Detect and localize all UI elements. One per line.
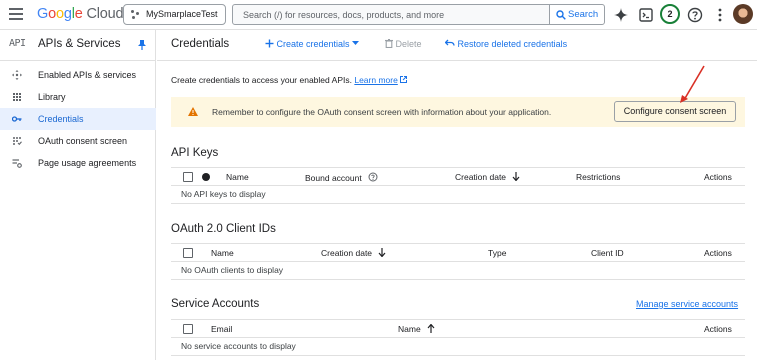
- status-dot-icon: [202, 173, 210, 181]
- main-header: Credentials Create credentials Delete Re…: [157, 30, 757, 61]
- project-picker-button[interactable]: MySmarplaceTest: [123, 4, 226, 25]
- account-avatar[interactable]: [733, 4, 753, 24]
- sidebar-item-page-usage[interactable]: Page usage agreements: [0, 152, 156, 174]
- empty-message: No service accounts to display: [181, 341, 296, 351]
- service-accounts-table: Email Name Actions No service accounts t…: [171, 319, 745, 356]
- google-cloud-logo[interactable]: Google Cloud: [37, 6, 124, 22]
- search-button[interactable]: Search: [549, 4, 605, 25]
- help-icon[interactable]: [686, 6, 704, 24]
- diamond-arrows-icon: [12, 70, 22, 80]
- external-link-icon[interactable]: [400, 76, 408, 83]
- empty-row: No API keys to display: [171, 186, 745, 204]
- sort-down-arrow-icon[interactable]: [378, 248, 386, 257]
- page-title: Credentials: [171, 38, 230, 50]
- sidebar-header: API APIs & Services: [0, 30, 156, 61]
- column-header-bound-account[interactable]: Bound account: [305, 172, 378, 183]
- table-header: Email Name Actions: [171, 319, 745, 338]
- sort-down-arrow-icon[interactable]: [512, 172, 520, 181]
- learn-more-link[interactable]: Learn more: [354, 75, 397, 85]
- service-accounts-title: Service Accounts: [171, 298, 260, 310]
- sidebar-item-oauth-consent[interactable]: OAuth consent screen: [0, 130, 156, 152]
- column-header-client-id[interactable]: Client ID: [591, 248, 624, 258]
- manage-service-accounts-link[interactable]: Manage service accounts: [636, 299, 738, 309]
- caret-down-icon: [352, 41, 360, 45]
- top-bar: Google Cloud MySmarplaceTest Search 2: [0, 0, 757, 30]
- help-icon[interactable]: [368, 172, 378, 182]
- more-options-icon[interactable]: [711, 6, 729, 24]
- project-icon: [131, 10, 140, 19]
- delete-button[interactable]: Delete: [385, 39, 422, 49]
- table-header: Name Creation date Type Client ID Action…: [171, 243, 745, 262]
- oauth-warning-banner: Remember to configure the OAuth consent …: [171, 97, 745, 127]
- select-all-checkbox[interactable]: [183, 324, 193, 334]
- library-icon: [13, 93, 21, 101]
- select-all-checkbox[interactable]: [183, 172, 193, 182]
- cloud-shell-icon[interactable]: [637, 6, 655, 24]
- api-keys-table: Name Bound account Creation date Restric…: [171, 167, 745, 204]
- column-header-email[interactable]: Email: [211, 324, 232, 334]
- banner-message: Remember to configure the OAuth consent …: [212, 107, 552, 117]
- notifications-badge[interactable]: 2: [660, 4, 680, 24]
- select-all-checkbox[interactable]: [183, 248, 193, 258]
- column-header-actions: Actions: [704, 248, 732, 258]
- column-header-name[interactable]: Name: [398, 324, 435, 334]
- api-logo: API: [9, 38, 26, 49]
- gemini-sparkle-icon[interactable]: [612, 6, 630, 24]
- column-header-creation-date[interactable]: Creation date: [455, 172, 520, 182]
- consent-icon: [13, 137, 22, 146]
- trash-icon: [385, 39, 393, 49]
- table-header: Name Bound account Creation date Restric…: [171, 167, 745, 186]
- oauth-clients-table: Name Creation date Type Client ID Action…: [171, 243, 745, 280]
- sidebar: API APIs & Services Enabled APIs & servi…: [0, 30, 156, 360]
- oauth-clients-title: OAuth 2.0 Client IDs: [171, 223, 276, 235]
- sidebar-title: APIs & Services: [38, 38, 121, 50]
- restore-icon: [444, 39, 455, 46]
- plus-icon: [265, 39, 274, 48]
- empty-row: No OAuth clients to display: [171, 262, 745, 280]
- empty-message: No API keys to display: [181, 189, 266, 199]
- search-bar: Search: [232, 4, 605, 25]
- settings-list-icon: [12, 159, 22, 168]
- configure-consent-screen-button[interactable]: Configure consent screen: [614, 101, 736, 122]
- empty-message: No OAuth clients to display: [181, 265, 284, 275]
- column-header-actions: Actions: [704, 172, 732, 182]
- sidebar-item-enabled-apis[interactable]: Enabled APIs & services: [0, 64, 156, 86]
- empty-row: No service accounts to display: [171, 338, 745, 356]
- column-header-name[interactable]: Name: [226, 172, 249, 182]
- restore-deleted-credentials-button[interactable]: Restore deleted credentials: [444, 39, 567, 49]
- search-icon: [556, 10, 566, 20]
- sort-up-arrow-icon[interactable]: [427, 324, 435, 333]
- project-name: MySmarplaceTest: [146, 9, 218, 19]
- main-menu-icon[interactable]: [9, 8, 23, 20]
- key-icon: [12, 116, 22, 122]
- intro-text: Create credentials to access your enable…: [171, 75, 408, 85]
- sidebar-item-library[interactable]: Library: [0, 86, 156, 108]
- api-keys-title: API Keys: [171, 147, 219, 159]
- warning-icon: [188, 107, 198, 116]
- column-header-actions: Actions: [704, 324, 732, 334]
- column-header-restrictions[interactable]: Restrictions: [576, 172, 620, 182]
- column-header-name[interactable]: Name: [211, 248, 234, 258]
- column-header-creation-date[interactable]: Creation date: [321, 248, 386, 258]
- create-credentials-button[interactable]: Create credentials: [265, 39, 360, 49]
- column-header-type[interactable]: Type: [488, 248, 506, 258]
- pin-icon[interactable]: [137, 39, 147, 51]
- search-input[interactable]: [233, 5, 549, 24]
- sidebar-item-credentials[interactable]: Credentials: [0, 108, 156, 130]
